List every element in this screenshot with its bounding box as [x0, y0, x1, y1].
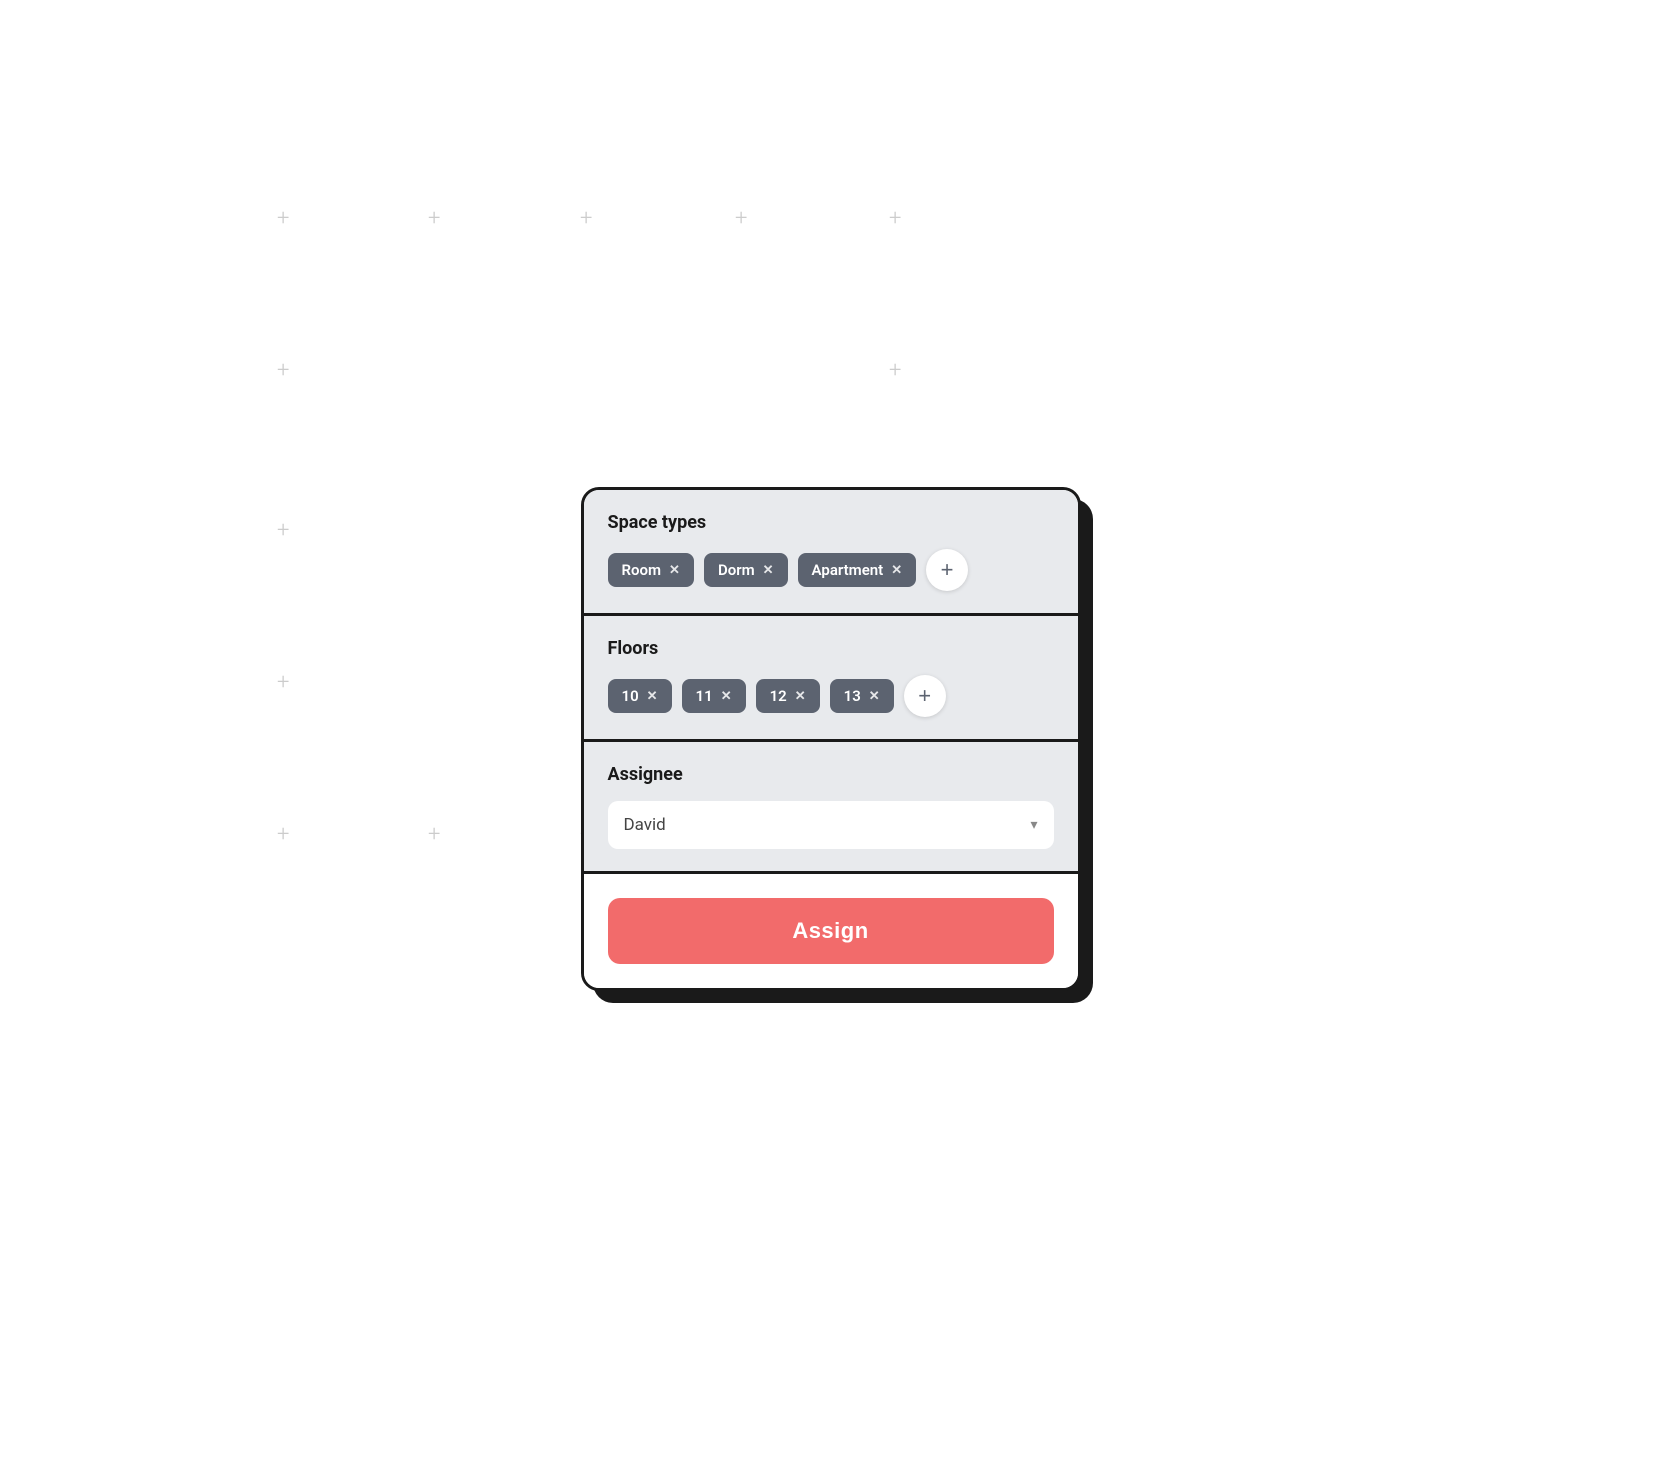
plus-decoration: + — [277, 208, 289, 230]
tag-dorm-text: Dorm — [718, 561, 755, 579]
tag-room: Room ✕ — [608, 553, 694, 587]
plus-decoration: + — [277, 360, 289, 382]
plus-decoration: + — [889, 208, 901, 230]
tag-floor-13-text: 13 — [844, 687, 861, 705]
floors-tags-row: 10 ✕ 11 ✕ 12 ✕ 13 ✕ + — [608, 675, 1054, 717]
space-types-section: Space types Room ✕ Dorm ✕ Apartment ✕ + — [584, 490, 1078, 616]
tag-floor-12-text: 12 — [770, 687, 787, 705]
plus-decoration: + — [277, 520, 289, 542]
assignee-section: Assignee David ▾ — [584, 742, 1078, 874]
space-types-label: Space types — [608, 512, 1054, 533]
main-card: Space types Room ✕ Dorm ✕ Apartment ✕ + … — [581, 487, 1081, 991]
tag-floor-10-remove[interactable]: ✕ — [647, 690, 658, 703]
tag-dorm: Dorm ✕ — [704, 553, 788, 587]
plus-decoration: + — [735, 208, 747, 230]
tag-floor-10-text: 10 — [622, 687, 639, 705]
assignee-select[interactable]: David ▾ — [608, 801, 1054, 849]
assign-section: Assign — [584, 874, 1078, 988]
tag-apartment: Apartment ✕ — [798, 553, 917, 587]
assignee-selected-value: David — [624, 815, 666, 835]
tag-floor-13: 13 ✕ — [830, 679, 894, 713]
tag-apartment-remove[interactable]: ✕ — [891, 564, 902, 577]
plus-decoration: + — [889, 360, 901, 382]
tag-floor-13-remove[interactable]: ✕ — [869, 690, 880, 703]
plus-decoration: + — [580, 208, 592, 230]
floors-section: Floors 10 ✕ 11 ✕ 12 ✕ 13 ✕ + — [584, 616, 1078, 742]
plus-decoration: + — [277, 824, 289, 846]
card-container: Space types Room ✕ Dorm ✕ Apartment ✕ + … — [581, 487, 1081, 991]
assignee-select-wrapper: David ▾ — [608, 801, 1054, 849]
plus-decoration: + — [428, 824, 440, 846]
chevron-down-icon: ▾ — [1030, 817, 1037, 833]
tag-room-text: Room — [622, 561, 662, 579]
floors-label: Floors — [608, 638, 1054, 659]
floors-add-button[interactable]: + — [904, 675, 946, 717]
assign-button[interactable]: Assign — [608, 898, 1054, 964]
tag-floor-12-remove[interactable]: ✕ — [795, 690, 806, 703]
tag-apartment-text: Apartment — [812, 561, 884, 579]
plus-decoration: + — [428, 208, 440, 230]
space-types-tags-row: Room ✕ Dorm ✕ Apartment ✕ + — [608, 549, 1054, 591]
tag-room-remove[interactable]: ✕ — [669, 564, 680, 577]
assignee-label: Assignee — [608, 764, 1054, 785]
tag-floor-12: 12 ✕ — [756, 679, 820, 713]
tag-dorm-remove[interactable]: ✕ — [763, 564, 774, 577]
tag-floor-11: 11 ✕ — [682, 679, 746, 713]
space-types-add-button[interactable]: + — [926, 549, 968, 591]
plus-decoration: + — [277, 672, 289, 694]
tag-floor-11-remove[interactable]: ✕ — [721, 690, 732, 703]
tag-floor-11-text: 11 — [696, 687, 713, 705]
tag-floor-10: 10 ✕ — [608, 679, 672, 713]
